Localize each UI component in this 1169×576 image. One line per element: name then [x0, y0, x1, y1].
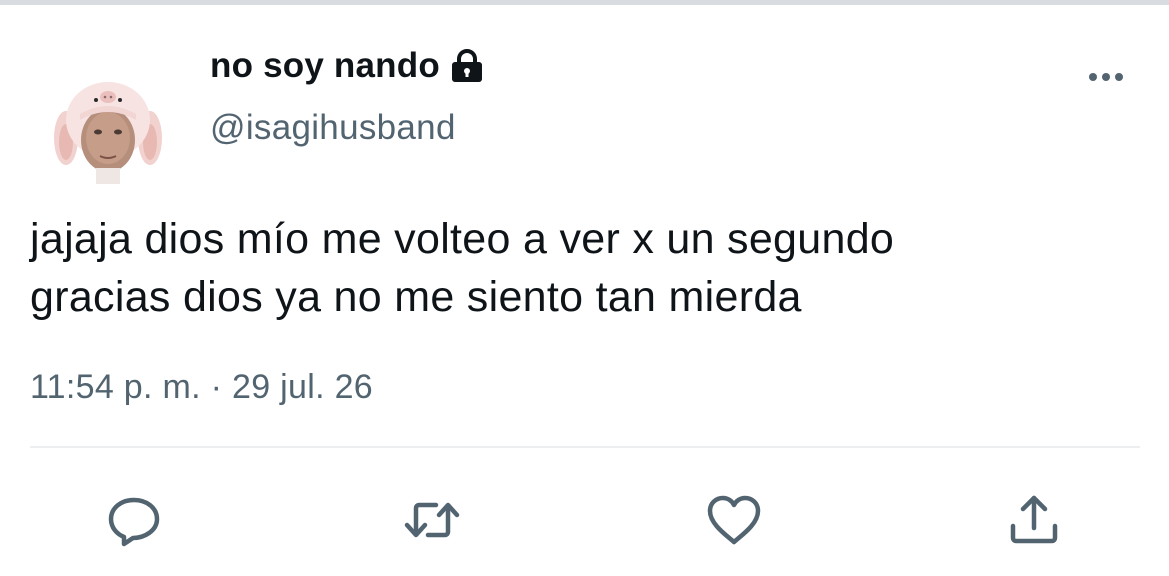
reply-icon	[104, 497, 164, 554]
tweet-date: 29 jul. 26	[232, 368, 374, 406]
more-icon[interactable]	[1086, 66, 1126, 88]
timestamp-separator: ·	[200, 368, 233, 406]
retweet-icon	[402, 502, 462, 554]
tweet-text: jajaja dios mío me volteo a ver x un seg…	[30, 210, 1130, 326]
reply-button[interactable]	[104, 490, 164, 550]
display-name-row: no soy nando	[210, 44, 484, 88]
display-name[interactable]: no soy nando	[210, 46, 440, 86]
username-handle[interactable]: @isagihusband	[210, 108, 456, 148]
share-button[interactable]	[1004, 490, 1064, 550]
top-border	[0, 0, 1169, 5]
lock-icon	[450, 48, 484, 84]
share-icon	[1004, 495, 1064, 554]
tweet-time: 11:54 p. m.	[30, 368, 201, 406]
tweet-text-line-2: gracias dios ya no me siento tan mierda	[30, 273, 802, 321]
like-button[interactable]	[704, 490, 764, 550]
divider	[30, 446, 1140, 448]
tweet-timestamp[interactable]: 11:54 p. m. · 29 jul. 26	[30, 368, 373, 407]
avatar[interactable]	[50, 80, 166, 184]
like-icon	[704, 495, 764, 554]
tweet-text-line-1: jajaja dios mío me volteo a ver x un seg…	[30, 215, 895, 263]
retweet-button[interactable]	[402, 490, 462, 550]
